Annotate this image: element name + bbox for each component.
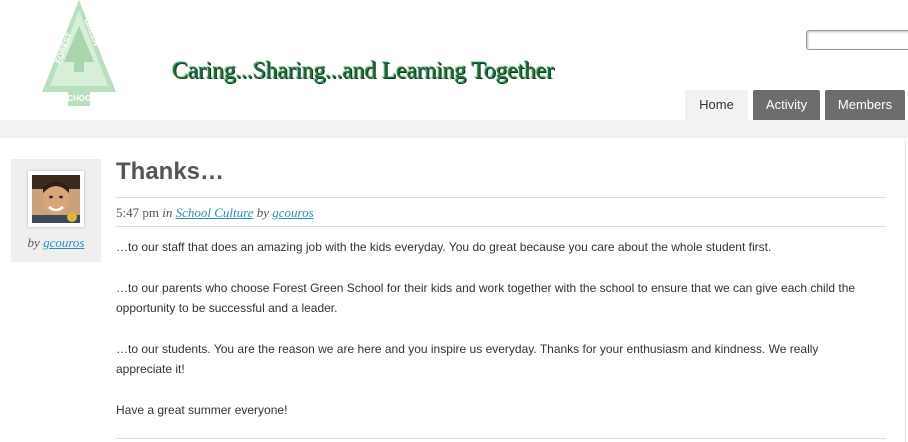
post-title[interactable]: Thanks… bbox=[116, 158, 224, 186]
post-body: …to our staff that does an amazing job w… bbox=[116, 237, 876, 441]
search-input[interactable] bbox=[806, 30, 908, 50]
post-paragraph: …to our parents who choose Forest Green … bbox=[116, 281, 856, 315]
post-meta-by: by bbox=[256, 205, 270, 220]
post-paragraph: …to our students. You are the reason we … bbox=[116, 342, 819, 376]
body-divider bbox=[116, 438, 886, 439]
site-header: FOREST GREEN SCHOOL Caring...Sharing...a… bbox=[0, 0, 908, 120]
header-band bbox=[0, 120, 908, 138]
avatar-frame bbox=[28, 171, 84, 227]
meta-author-link[interactable]: gcouros bbox=[272, 205, 313, 220]
nav-tab-members[interactable]: Members bbox=[825, 90, 905, 120]
category-link[interactable]: School Culture bbox=[176, 205, 254, 220]
post-meta-in: in bbox=[162, 205, 173, 220]
post-meta: 5:47 pm in School Culture by gcouros bbox=[116, 205, 314, 221]
main-nav: Home Activity Members bbox=[0, 90, 908, 120]
post-time: 5:47 pm bbox=[116, 205, 159, 220]
author-box: by gcouros bbox=[11, 159, 101, 262]
site-tagline: Caring...Sharing...and Learning Together bbox=[172, 58, 554, 84]
title-divider bbox=[116, 197, 886, 198]
author-byline: by gcouros bbox=[11, 235, 101, 251]
nav-tab-activity[interactable]: Activity bbox=[753, 90, 820, 120]
post-paragraph: …to our staff that does an amazing job w… bbox=[116, 240, 772, 254]
post-paragraph: Have a great summer everyone! bbox=[116, 403, 288, 417]
author-link[interactable]: gcouros bbox=[43, 235, 84, 250]
nav-tab-home[interactable]: Home bbox=[685, 90, 748, 120]
author-prefix: by bbox=[27, 235, 40, 250]
avatar[interactable] bbox=[32, 175, 80, 223]
meta-divider bbox=[116, 226, 886, 227]
content-edge bbox=[905, 140, 906, 442]
